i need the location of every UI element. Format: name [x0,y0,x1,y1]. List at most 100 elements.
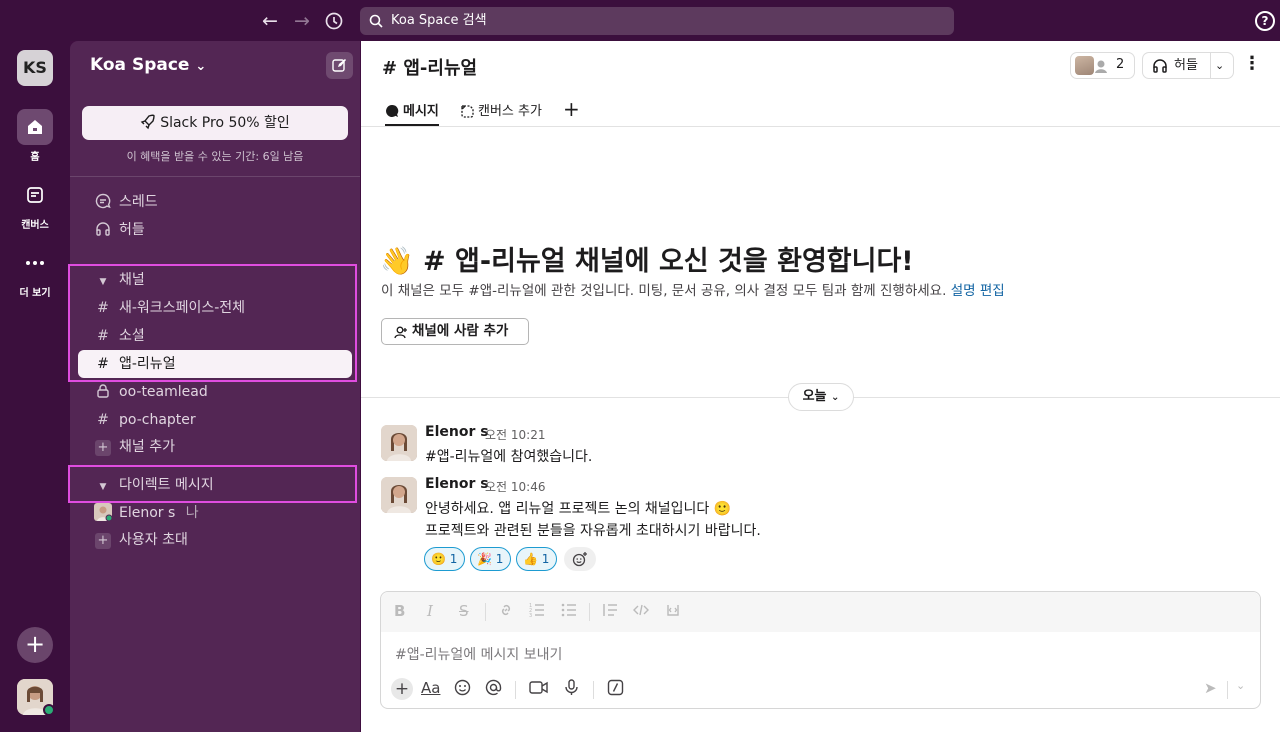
microphone-icon[interactable] [564,679,579,700]
presence-indicator [43,704,55,716]
reaction-smile[interactable]: 🙂 1 [424,547,465,571]
channel-title[interactable]: # 앱-리뉴얼 [382,54,477,80]
formatting-toggle-button[interactable]: Aa [421,679,440,697]
search-icon [369,14,383,28]
attach-plus-button[interactable]: + [391,678,413,700]
invite-label: 사용자 초대 [119,532,188,548]
sidebar-item-threads[interactable]: 스레드 [78,188,352,216]
svg-text:3: 3 [529,613,532,618]
slash-command-icon[interactable] [607,679,624,700]
divider [589,603,590,621]
author-name[interactable]: Elenor s [425,476,489,492]
link-icon[interactable] [498,602,514,622]
author-name[interactable]: Elenor s [425,424,489,440]
rail-home-label: 홈 [30,152,39,163]
welcome-title: # 앱-리뉴얼 채널에 오신 것을 환영합니다! [423,246,914,277]
ordered-list-icon[interactable]: 123 [529,602,545,622]
italic-button[interactable]: I [427,602,433,620]
huddle-label: 허들 [1174,58,1198,73]
video-icon[interactable] [529,679,548,700]
tab-add-canvas-label: 캔버스 추가 [478,104,542,119]
rail-item-home[interactable]: 홈 [0,109,70,163]
sidebar: Koa Space ⌄ Slack Pro 50% 할인 이 혜택을 받을 수 … [70,41,360,732]
rail-item-more[interactable]: 더 보기 [0,245,70,299]
tab-add-canvas[interactable]: 캔버스 추가 [460,100,542,126]
chevron-down-icon[interactable]: ⌄ [1215,53,1224,78]
dm-user-name: Elenor s [119,505,175,521]
canvas-add-icon [460,104,474,118]
tab-messages[interactable]: 메시지 [385,100,439,126]
welcome-description: 이 채널은 모두 #앱-리뉴얼에 관한 것입니다. 미팅, 문서 공유, 의사 … [381,279,1005,299]
more-dots-icon [17,245,53,281]
promo-note: 이 혜택을 받을 수 있는 기간: 6일 남음 [70,148,360,164]
promo-button[interactable]: Slack Pro 50% 할인 [82,106,348,140]
highlight-box-dm [68,465,357,503]
divider [485,603,486,621]
members-button[interactable]: 2 [1070,52,1135,79]
dm-avatar [92,499,114,527]
add-channel-button[interactable]: +채널 추가 [78,433,352,461]
forward-arrow-icon[interactable]: → [290,9,314,33]
search-placeholder: Koa Space 검색 [391,13,487,28]
send-icon[interactable]: ➤ [1204,679,1217,697]
bold-button[interactable]: B [394,602,405,620]
author-avatar[interactable] [381,477,417,513]
welcome-description-text: 이 채널은 모두 #앱-리뉴얼에 관한 것입니다. 미팅, 문서 공유, 의사 … [381,283,946,299]
member-count: 2 [1116,57,1124,72]
channel-view: # 앱-리뉴얼 2 허들 ⌄ ⋮ 메시지 캔버스 추가 + 👋 # 앱-리뉴얼 … [361,41,1280,732]
add-people-button[interactable]: 채널에 사람 추가 [381,318,529,345]
message-bubble-icon [385,104,399,118]
dm-me-suffix: 나 [186,505,199,521]
divider [1227,681,1228,699]
rail-item-canvas[interactable]: 캔버스 [0,177,70,231]
lock-icon [92,378,114,406]
huddle-button[interactable]: 허들 ⌄ [1142,52,1234,79]
sidebar-channel-po-chapter[interactable]: #po-chapter [78,406,352,434]
add-tab-button[interactable]: + [563,97,580,121]
mention-icon[interactable] [485,679,502,700]
sidebar-item-huddles[interactable]: 허들 [78,216,352,244]
message-input[interactable]: #앱-리뉴얼에 메시지 보내기 [395,644,562,664]
author-avatar[interactable] [381,425,417,461]
divider [1210,53,1211,78]
sidebar-dm-elenor[interactable]: Elenor s 나 [78,499,352,527]
message-text: 프로젝트와 관련된 분들을 자유롭게 초대하시기 바랍니다. [425,520,761,540]
sidebar-divider [70,176,360,177]
code-icon[interactable] [633,602,649,622]
compose-button[interactable] [326,52,353,79]
channel-name: oo-teamlead [119,384,208,400]
home-icon [17,109,53,145]
highlight-box-channels [68,264,357,382]
reaction-thumbs-up[interactable]: 👍 1 [516,547,557,571]
more-options-icon[interactable]: ⋮ [1243,54,1259,76]
back-arrow-icon[interactable]: ← [258,9,282,33]
workspace-name: Koa Space [90,55,189,75]
message-time[interactable]: 오전 10:46 [485,478,545,495]
add-channel-label: 채널 추가 [119,439,175,455]
sidebar-channel-oo-teamlead[interactable]: oo-teamlead [78,378,352,406]
tab-messages-label: 메시지 [403,104,439,119]
help-icon[interactable]: ? [1255,11,1275,31]
message-text: #앱-리뉴얼에 참여했습니다. [425,446,592,466]
code-block-icon[interactable] [665,602,681,622]
day-divider-button[interactable]: 오늘 ⌄ [788,383,854,411]
blockquote-icon[interactable] [602,602,618,622]
reaction-party[interactable]: 🎉 1 [470,547,511,571]
threads-label: 스레드 [119,194,158,210]
edit-description-link[interactable]: 설명 편집 [951,283,1005,299]
workspace-name-button[interactable]: Koa Space ⌄ [90,55,206,75]
strikethrough-button[interactable]: S [459,602,469,620]
add-workspace-button[interactable]: + [17,627,53,663]
message-time[interactable]: 오전 10:21 [485,426,545,443]
add-reaction-button[interactable] [564,547,596,571]
search-input[interactable]: Koa Space 검색 [360,7,954,35]
emoji-icon[interactable] [454,679,471,700]
workspace-avatar[interactable]: KS [17,50,53,86]
bulleted-list-icon[interactable] [561,602,577,622]
waving-hand-icon: 👋 [380,246,414,277]
day-label: 오늘 [803,389,827,404]
divider [593,681,594,699]
invite-users-button[interactable]: +사용자 초대 [78,526,352,554]
chevron-down-icon[interactable]: ⌄ [1236,679,1245,692]
history-clock-icon[interactable] [322,9,346,33]
